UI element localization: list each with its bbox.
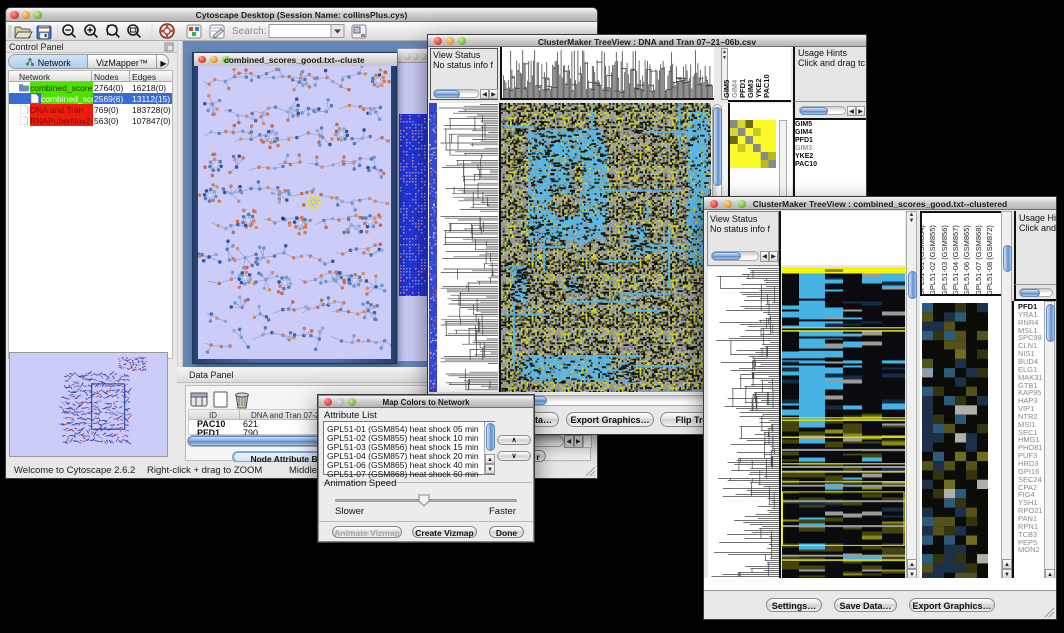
svg-text:Search:: Search: xyxy=(232,26,266,37)
